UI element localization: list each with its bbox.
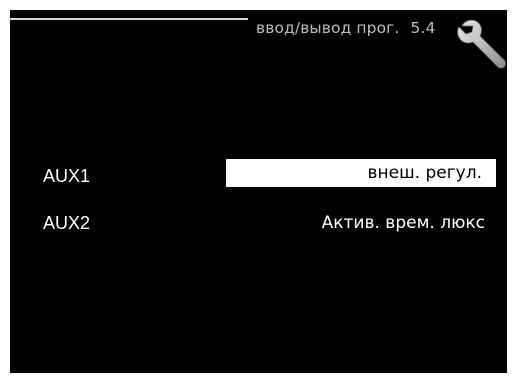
menu-title: ввод/вывод прог. 5.4 bbox=[256, 19, 435, 37]
aux2-label: AUX2 bbox=[43, 213, 91, 233]
header-divider bbox=[10, 18, 248, 20]
aux1-label: AUX1 bbox=[43, 166, 91, 186]
menu-number: 5.4 bbox=[410, 19, 436, 37]
menu-title-text: ввод/вывод прог. bbox=[256, 19, 400, 37]
wrench-icon bbox=[457, 19, 506, 69]
aux2-value[interactable]: Актив. врем. люкс bbox=[322, 213, 485, 233]
aux1-value-selected[interactable]: внеш. регул. bbox=[226, 159, 496, 187]
display-screen: ввод/вывод прог. 5.4 AUX1 внеш. регул. A… bbox=[10, 10, 507, 373]
